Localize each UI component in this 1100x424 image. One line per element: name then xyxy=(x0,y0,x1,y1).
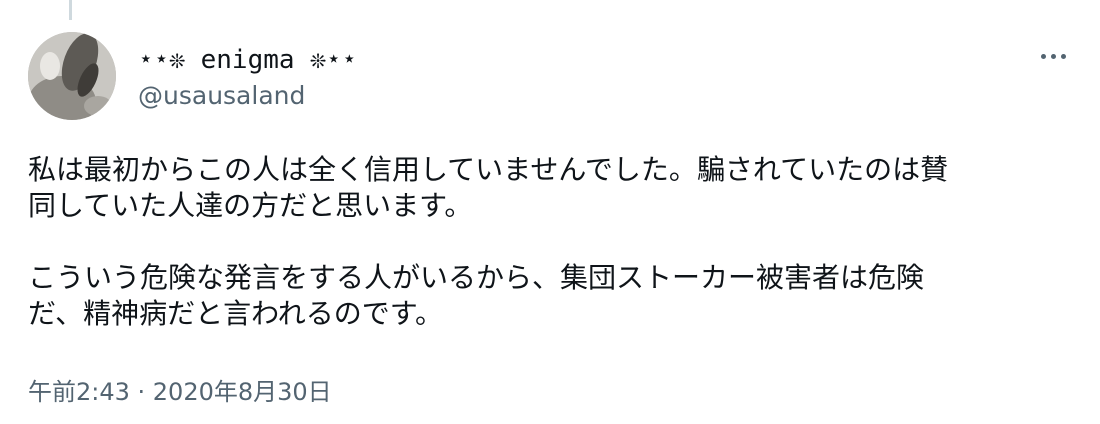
tweet-timestamp[interactable]: 午前2:43 · 2020年8月30日 xyxy=(28,376,332,408)
author-handle[interactable]: @usausaland xyxy=(138,80,305,112)
tweet-paragraph-1: 私は最初からこの人は全く信用していませんでした。騙されていたのは賛 同していた人… xyxy=(28,153,949,222)
avatar[interactable] xyxy=(28,32,116,120)
tweet-paragraph-2: こういう危険な発言をする人がいるから、集団ストーカー被害者は危険 だ、精神病だと… xyxy=(28,261,925,330)
tweet-text: 私は最初からこの人は全く信用していませんでした。騙されていたのは賛 同していた人… xyxy=(28,152,1078,332)
avatar-image xyxy=(28,32,116,120)
thread-connector-line xyxy=(69,0,72,20)
more-horizontal-icon xyxy=(1040,53,1046,59)
author-display-name[interactable]: ⋆⋆❊ enigma ❊⋆⋆ xyxy=(138,44,357,76)
more-options-button[interactable] xyxy=(1030,40,1076,72)
more-horizontal-icon-dot xyxy=(1050,53,1056,59)
more-horizontal-icon-dot xyxy=(1060,53,1066,59)
